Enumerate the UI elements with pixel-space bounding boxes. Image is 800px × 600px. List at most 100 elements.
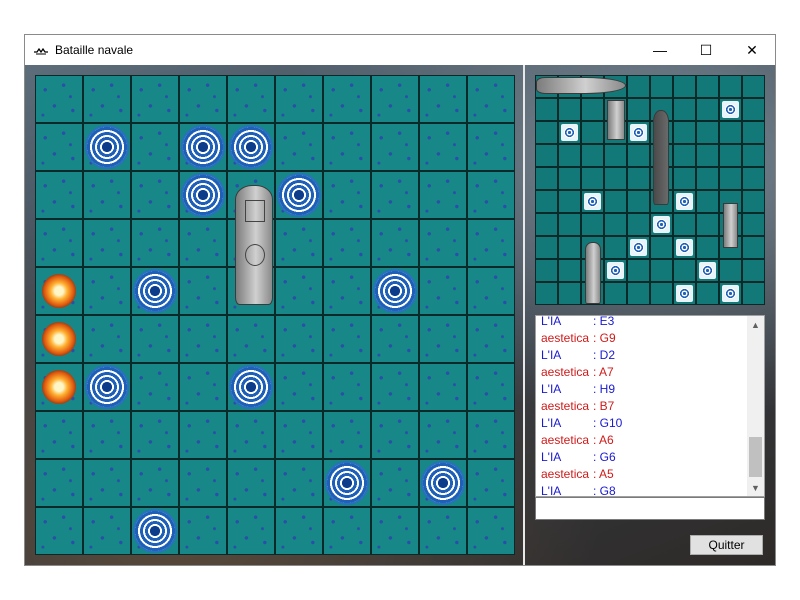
board-cell[interactable] <box>419 219 467 267</box>
board-cell[interactable] <box>83 171 131 219</box>
board-cell[interactable] <box>419 267 467 315</box>
board-cell[interactable] <box>227 75 275 123</box>
board-cell[interactable] <box>371 411 419 459</box>
board-cell[interactable] <box>83 363 131 411</box>
board-cell[interactable] <box>419 459 467 507</box>
board-cell[interactable] <box>179 123 227 171</box>
board-cell[interactable] <box>323 123 371 171</box>
chat-input[interactable] <box>535 497 765 520</box>
board-cell[interactable] <box>179 363 227 411</box>
board-cell[interactable] <box>371 363 419 411</box>
board-cell[interactable] <box>467 507 515 555</box>
board-cell[interactable] <box>323 411 371 459</box>
board-cell[interactable] <box>179 315 227 363</box>
scrollbar-thumb[interactable] <box>749 437 762 477</box>
board-cell[interactable] <box>35 363 83 411</box>
board-cell[interactable] <box>227 315 275 363</box>
board-cell[interactable] <box>131 459 179 507</box>
board-cell[interactable] <box>323 363 371 411</box>
board-cell[interactable] <box>419 75 467 123</box>
board-cell[interactable] <box>227 363 275 411</box>
board-cell[interactable] <box>467 171 515 219</box>
board-cell[interactable] <box>227 459 275 507</box>
board-cell[interactable] <box>275 219 323 267</box>
minimize-button[interactable]: — <box>637 35 683 65</box>
board-cell[interactable] <box>419 123 467 171</box>
quit-button[interactable]: Quitter <box>690 535 763 555</box>
board-cell[interactable] <box>371 507 419 555</box>
board-cell[interactable] <box>83 411 131 459</box>
board-cell[interactable] <box>179 411 227 459</box>
board-cell[interactable] <box>131 171 179 219</box>
board-cell[interactable] <box>275 507 323 555</box>
board-cell[interactable] <box>131 411 179 459</box>
board-cell[interactable] <box>275 363 323 411</box>
board-cell[interactable] <box>419 315 467 363</box>
board-cell[interactable] <box>467 123 515 171</box>
board-cell[interactable] <box>275 171 323 219</box>
board-cell[interactable] <box>323 459 371 507</box>
player-board[interactable] <box>35 75 515 555</box>
board-cell[interactable] <box>83 315 131 363</box>
board-cell[interactable] <box>179 219 227 267</box>
board-cell[interactable] <box>371 267 419 315</box>
board-cell[interactable] <box>419 363 467 411</box>
title-bar[interactable]: Bataille navale — ☐ ✕ <box>25 35 775 65</box>
board-cell[interactable] <box>227 411 275 459</box>
board-cell[interactable] <box>227 123 275 171</box>
board-cell[interactable] <box>371 123 419 171</box>
board-cell[interactable] <box>35 171 83 219</box>
board-cell[interactable] <box>131 75 179 123</box>
board-cell[interactable] <box>371 459 419 507</box>
board-cell[interactable] <box>35 459 83 507</box>
board-cell[interactable] <box>131 267 179 315</box>
board-cell[interactable] <box>419 507 467 555</box>
board-cell[interactable] <box>83 459 131 507</box>
log-scrollbar[interactable]: ▲ ▼ <box>747 316 764 496</box>
board-cell[interactable] <box>419 411 467 459</box>
board-cell[interactable] <box>83 267 131 315</box>
board-cell[interactable] <box>275 315 323 363</box>
board-cell[interactable] <box>467 315 515 363</box>
board-cell[interactable] <box>419 171 467 219</box>
board-cell[interactable] <box>179 75 227 123</box>
board-cell[interactable] <box>275 267 323 315</box>
board-cell[interactable] <box>179 267 227 315</box>
board-cell[interactable] <box>35 507 83 555</box>
board-cell[interactable] <box>467 75 515 123</box>
board-cell[interactable] <box>35 315 83 363</box>
move-log[interactable]: L'IA: E3 aestetica: G9 L'IA: D2 aestetica: … <box>535 315 765 497</box>
board-cell[interactable] <box>227 507 275 555</box>
board-cell[interactable] <box>131 219 179 267</box>
board-cell[interactable] <box>323 219 371 267</box>
board-cell[interactable] <box>35 411 83 459</box>
board-cell[interactable] <box>179 459 227 507</box>
board-cell[interactable] <box>35 219 83 267</box>
board-cell[interactable] <box>275 75 323 123</box>
board-cell[interactable] <box>275 123 323 171</box>
board-cell[interactable] <box>275 459 323 507</box>
board-cell[interactable] <box>323 315 371 363</box>
board-cell[interactable] <box>131 507 179 555</box>
board-cell[interactable] <box>323 75 371 123</box>
board-cell[interactable] <box>467 219 515 267</box>
board-cell[interactable] <box>83 123 131 171</box>
board-cell[interactable] <box>467 411 515 459</box>
board-cell[interactable] <box>35 267 83 315</box>
board-cell[interactable] <box>131 363 179 411</box>
board-cell[interactable] <box>371 171 419 219</box>
maximize-button[interactable]: ☐ <box>683 35 729 65</box>
board-cell[interactable] <box>371 315 419 363</box>
scroll-down-icon[interactable]: ▼ <box>747 479 764 496</box>
scroll-up-icon[interactable]: ▲ <box>747 316 764 333</box>
board-cell[interactable] <box>323 507 371 555</box>
board-cell[interactable] <box>35 123 83 171</box>
board-cell[interactable] <box>131 315 179 363</box>
board-cell[interactable] <box>371 219 419 267</box>
close-button[interactable]: ✕ <box>729 35 775 65</box>
board-cell[interactable] <box>371 75 419 123</box>
board-cell[interactable] <box>275 411 323 459</box>
board-cell[interactable] <box>83 219 131 267</box>
board-cell[interactable] <box>467 459 515 507</box>
board-cell[interactable] <box>323 267 371 315</box>
